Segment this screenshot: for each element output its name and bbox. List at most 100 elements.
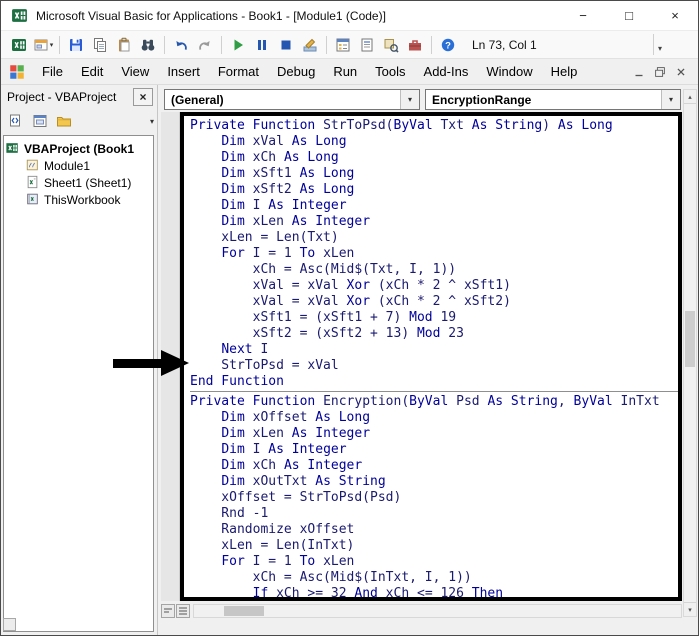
- code-line: Dim xOutTxt As String: [190, 474, 678, 490]
- procedure-dropdown-caret-icon[interactable]: ▾: [661, 90, 680, 109]
- scroll-down-icon[interactable]: ▾: [684, 602, 696, 616]
- tree-item-vbaproject-book1[interactable]: VBAProject (Book1: [5, 140, 152, 157]
- procedure-view-button[interactable]: [161, 604, 175, 618]
- project-scroll-corner[interactable]: [3, 618, 16, 631]
- menu-run[interactable]: Run: [324, 59, 366, 84]
- toolbar-overflow-button[interactable]: ▾: [653, 34, 666, 55]
- project-panel-header: Project - VBAProject ×: [1, 85, 157, 109]
- code-line: xLen = Len(Txt): [190, 230, 678, 246]
- object-browser-button[interactable]: [379, 34, 403, 56]
- margin-indicator-bar: [161, 112, 180, 601]
- reset-button[interactable]: [274, 34, 298, 56]
- view-code-button[interactable]: [5, 111, 26, 131]
- code-line: Dim xCh As Integer: [190, 458, 678, 474]
- code-line: Dim xLen As Integer: [190, 214, 678, 230]
- close-button[interactable]: ×: [652, 1, 698, 30]
- tree-item-label: VBAProject (Book1: [24, 142, 134, 156]
- menu-edit[interactable]: Edit: [72, 59, 112, 84]
- toolbar-separator: [431, 36, 432, 54]
- line-col-status: Ln 73, Col 1: [472, 38, 537, 52]
- project-explorer-panel: Project - VBAProject × ▾ VBAProject (Boo…: [1, 85, 158, 635]
- undo-button[interactable]: [169, 34, 193, 56]
- full-module-view-button[interactable]: [176, 604, 190, 618]
- insert-userform-button[interactable]: ▾: [31, 34, 55, 56]
- break-button[interactable]: [250, 34, 274, 56]
- code-line: Next I: [190, 342, 678, 358]
- toolbar-separator: [164, 36, 165, 54]
- code-header: (General) ▾ EncryptionRange ▾: [164, 89, 681, 110]
- project-tree: VBAProject (Book1Module1Sheet1 (Sheet1)T…: [3, 135, 154, 632]
- procedure-dropdown-value: EncryptionRange: [426, 93, 531, 107]
- menu-debug[interactable]: Debug: [268, 59, 324, 84]
- code-lines: Private Function StrToPsd(ByVal Txt As S…: [190, 118, 678, 601]
- horizontal-scroll-thumb[interactable]: [224, 606, 264, 616]
- menu-window[interactable]: Window: [477, 59, 541, 84]
- view-excel-button[interactable]: [7, 34, 31, 56]
- tree-item-sheet1-sheet1[interactable]: Sheet1 (Sheet1): [5, 174, 152, 191]
- vertical-scrollbar[interactable]: ▴ ▾: [683, 89, 697, 617]
- code-editor[interactable]: Private Function StrToPsd(ByVal Txt As S…: [161, 112, 682, 601]
- menu-insert[interactable]: Insert: [158, 59, 209, 84]
- code-line: For I = 1 To xLen: [190, 554, 678, 570]
- code-line: xSft1 = (xSft1 + 7) Mod 19: [190, 310, 678, 326]
- code-line: Randomize xOffset: [190, 522, 678, 538]
- run-button[interactable]: [226, 34, 250, 56]
- horizontal-scrollbar[interactable]: [193, 604, 682, 618]
- procedure-dropdown[interactable]: EncryptionRange ▾: [425, 89, 681, 110]
- titlebar: Microsoft Visual Basic for Applications …: [1, 1, 698, 31]
- code-line: Dim xSft1 As Long: [190, 166, 678, 182]
- redo-button[interactable]: [193, 34, 217, 56]
- workbook-icon: [25, 192, 41, 207]
- object-dropdown-caret-icon[interactable]: ▾: [400, 90, 419, 109]
- highlight-border-annotation: Private Function StrToPsd(ByVal Txt As S…: [180, 112, 682, 601]
- window-title: Microsoft Visual Basic for Applications …: [36, 9, 386, 23]
- toolbar-buttons: ▾?: [1, 31, 460, 58]
- menu-addins[interactable]: Add-Ins: [415, 59, 478, 84]
- design-mode-button[interactable]: [298, 34, 322, 56]
- mdi-restore-button[interactable]: [651, 64, 669, 80]
- project-panel-close-button[interactable]: ×: [133, 88, 153, 106]
- code-line: xCh = Asc(Mid$(InTxt, I, 1)): [190, 570, 678, 586]
- properties-window-button[interactable]: [355, 34, 379, 56]
- menu-tools[interactable]: Tools: [366, 59, 414, 84]
- code-bottom-bar: [161, 602, 682, 619]
- code-line: Dim xOffset As Long: [190, 410, 678, 426]
- code-line: Private Function StrToPsd(ByVal Txt As S…: [190, 118, 678, 134]
- panel-overflow-icon[interactable]: ▾: [150, 117, 154, 126]
- toolbar-separator: [221, 36, 222, 54]
- code-line: xVal = xVal Xor (xCh * 2 ^ xSft2): [190, 294, 678, 310]
- menu-view[interactable]: View: [112, 59, 158, 84]
- tree-item-thisworkbook[interactable]: ThisWorkbook: [5, 191, 152, 208]
- toolbox-button[interactable]: [403, 34, 427, 56]
- dropdown-caret-icon: ▾: [50, 41, 54, 49]
- view-object-button[interactable]: [29, 111, 50, 131]
- vba-editor-window: Microsoft Visual Basic for Applications …: [0, 0, 699, 636]
- menu-help[interactable]: Help: [542, 59, 587, 84]
- project-panel-title: Project - VBAProject: [7, 90, 116, 104]
- minimize-button[interactable]: −: [560, 1, 606, 30]
- standard-toolbar: ▾? Ln 73, Col 1 ▾: [1, 31, 698, 59]
- scroll-up-icon[interactable]: ▴: [684, 90, 696, 104]
- mdi-close-button[interactable]: [672, 64, 690, 80]
- menu-file[interactable]: File: [33, 59, 72, 84]
- svg-text:?: ?: [445, 40, 451, 51]
- toggle-folders-button[interactable]: [53, 111, 74, 131]
- find-button[interactable]: [136, 34, 160, 56]
- help-button[interactable]: ?: [436, 34, 460, 56]
- code-line: xVal = xVal Xor (xCh * 2 ^ xSft1): [190, 278, 678, 294]
- mdi-minimize-button[interactable]: [630, 64, 648, 80]
- menu-format[interactable]: Format: [209, 59, 268, 84]
- code-line: Dim I As Integer: [190, 198, 678, 214]
- code-line: Dim xVal As Long: [190, 134, 678, 150]
- code-line: Dim I As Integer: [190, 442, 678, 458]
- code-line: Dim xSft2 As Long: [190, 182, 678, 198]
- tree-item-module1[interactable]: Module1: [5, 157, 152, 174]
- project-explorer-button[interactable]: [331, 34, 355, 56]
- object-dropdown[interactable]: (General) ▾: [164, 89, 420, 110]
- vertical-scroll-thumb[interactable]: [685, 311, 695, 367]
- app-icon: [11, 7, 28, 24]
- copy-button[interactable]: [88, 34, 112, 56]
- save-button[interactable]: [64, 34, 88, 56]
- maximize-button[interactable]: □: [606, 1, 652, 30]
- paste-button[interactable]: [112, 34, 136, 56]
